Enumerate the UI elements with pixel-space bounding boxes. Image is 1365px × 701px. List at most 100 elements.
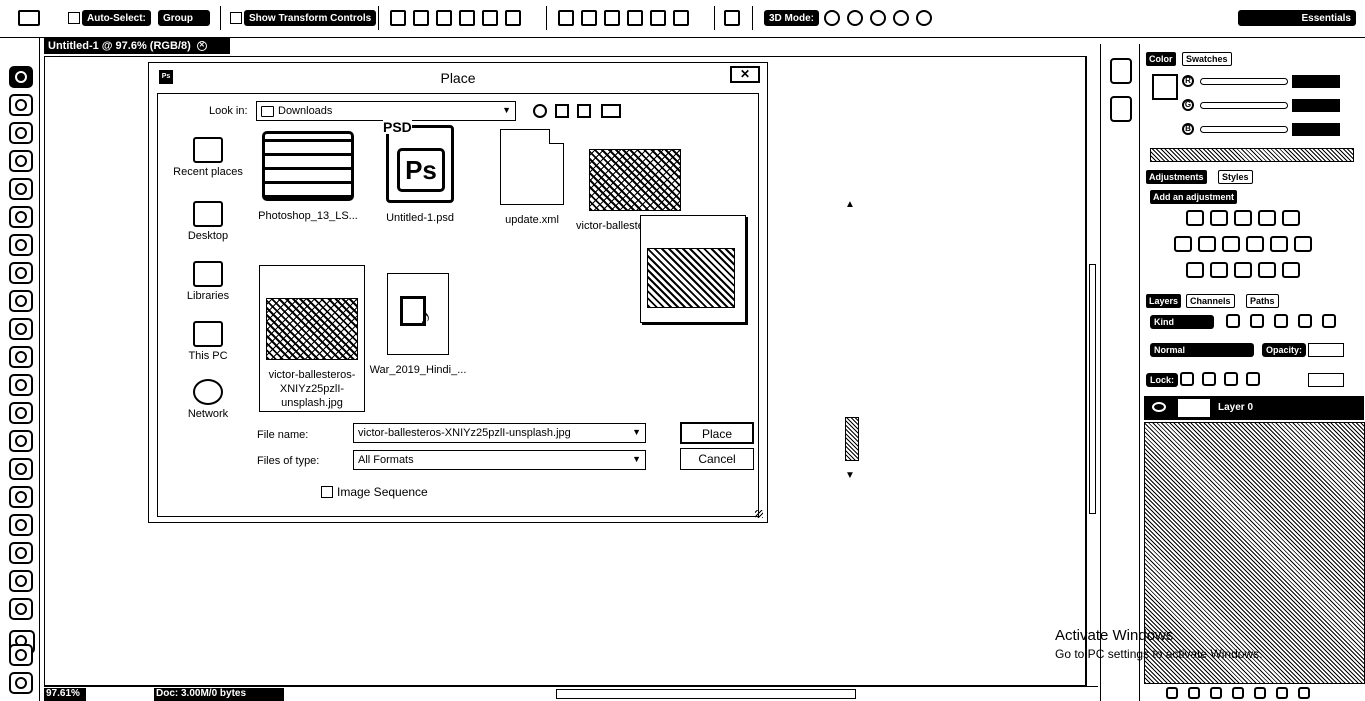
- distribute-left-icon[interactable]: [627, 10, 643, 26]
- dodge-tool[interactable]: [9, 430, 33, 452]
- layer-row[interactable]: Layer 0: [1144, 396, 1364, 420]
- auto-select-checkbox[interactable]: Auto-Select:: [68, 8, 151, 28]
- image-sequence-checkbox[interactable]: Image Sequence: [321, 485, 428, 499]
- 3d-slide-icon[interactable]: [893, 10, 909, 26]
- gradient-tool[interactable]: [9, 374, 33, 396]
- place-button[interactable]: Place: [680, 422, 754, 444]
- opacity-field[interactable]: [1308, 343, 1344, 357]
- align-bottom-icon[interactable]: [436, 10, 452, 26]
- scroll-down-icon[interactable]: ▼: [845, 470, 855, 481]
- blend-mode-dropdown[interactable]: Normal: [1150, 343, 1254, 357]
- file-item-selected[interactable]: victor-ballesteros-XNIYz25pzlI-unsplash.…: [259, 265, 365, 412]
- new-adjustment-layer-icon[interactable]: [1232, 686, 1244, 699]
- type-tool[interactable]: [9, 486, 33, 508]
- workspace-switcher[interactable]: Essentials: [1238, 8, 1356, 28]
- properties-panel-icon[interactable]: [1110, 96, 1132, 122]
- healing-brush-tool[interactable]: [9, 234, 33, 256]
- place-this-pc[interactable]: This PC: [167, 321, 249, 362]
- scrollbar-thumb[interactable]: [845, 417, 859, 461]
- black-white-icon[interactable]: [1222, 236, 1240, 252]
- 3d-rotate-icon[interactable]: [824, 10, 840, 26]
- file-name-input[interactable]: victor-ballesteros-XNIYz25pzlI-unsplash.…: [353, 423, 646, 443]
- chevron-down-icon[interactable]: ▼: [632, 454, 641, 464]
- color-tab[interactable]: Color: [1146, 52, 1176, 66]
- file-item[interactable]: PSD Ps Untitled-1.psd: [367, 120, 473, 225]
- filter-type-icon[interactable]: [1274, 314, 1288, 328]
- 3d-roll-icon[interactable]: [847, 10, 863, 26]
- pen-tool[interactable]: [9, 458, 33, 480]
- visibility-eye-icon[interactable]: [1152, 402, 1166, 412]
- adjustments-tab[interactable]: Adjustments: [1146, 170, 1207, 184]
- posterize-icon[interactable]: [1210, 262, 1228, 278]
- vibrance-icon[interactable]: [1282, 210, 1300, 226]
- layer-name[interactable]: Layer 0: [1218, 402, 1253, 413]
- filter-adjustment-icon[interactable]: [1250, 314, 1264, 328]
- back-icon[interactable]: [533, 104, 547, 118]
- align-hcenter-icon[interactable]: [482, 10, 498, 26]
- add-mask-icon[interactable]: [1210, 686, 1222, 699]
- align-vcenter-icon[interactable]: [413, 10, 429, 26]
- lock-image-icon[interactable]: [1202, 372, 1216, 386]
- color-balance-icon[interactable]: [1198, 236, 1216, 252]
- scrollbar-thumb[interactable]: [1089, 264, 1096, 514]
- selective-color-icon[interactable]: [1282, 262, 1300, 278]
- channels-tab[interactable]: Channels: [1186, 294, 1235, 308]
- canvas-vertical-scrollbar[interactable]: [1086, 56, 1098, 686]
- green-slider[interactable]: G: [1182, 98, 1288, 112]
- green-value-field[interactable]: [1292, 99, 1340, 112]
- paths-tab[interactable]: Paths: [1246, 294, 1279, 308]
- file-item[interactable]: Photoshop_13_LS...: [255, 131, 361, 223]
- dialog-close-button[interactable]: ✕: [730, 66, 760, 83]
- clone-stamp-tool[interactable]: [9, 290, 33, 312]
- invert-icon[interactable]: [1186, 262, 1204, 278]
- quick-mask-button[interactable]: [9, 644, 33, 666]
- align-left-icon[interactable]: [459, 10, 475, 26]
- gradient-map-icon[interactable]: [1258, 262, 1276, 278]
- quick-selection-tool[interactable]: [9, 150, 33, 172]
- auto-select-target-dropdown[interactable]: Group: [158, 8, 210, 28]
- up-folder-icon[interactable]: [555, 104, 569, 118]
- 3d-scale-icon[interactable]: [916, 10, 932, 26]
- new-folder-icon[interactable]: [577, 104, 591, 118]
- red-slider[interactable]: R: [1182, 74, 1288, 88]
- layer-filter-kind-dropdown[interactable]: Kind: [1150, 315, 1214, 329]
- slider-track[interactable]: [1200, 77, 1288, 85]
- color-spectrum-bar[interactable]: [1150, 148, 1354, 162]
- place-recent[interactable]: Recent places: [167, 137, 249, 178]
- fill-field[interactable]: [1308, 373, 1344, 387]
- slider-track[interactable]: [1200, 101, 1288, 109]
- foreground-color-swatch[interactable]: [1152, 74, 1178, 100]
- align-right-icon[interactable]: [505, 10, 521, 26]
- slider-track[interactable]: [1200, 125, 1288, 133]
- document-tab[interactable]: Untitled-1 @ 97.6% (RGB/8) ✕: [44, 38, 230, 54]
- channel-mixer-icon[interactable]: [1270, 236, 1288, 252]
- look-in-dropdown[interactable]: Downloads ▼: [256, 101, 516, 121]
- brightness-contrast-icon[interactable]: [1186, 210, 1204, 226]
- cancel-button[interactable]: Cancel: [680, 448, 754, 470]
- crop-tool[interactable]: [9, 178, 33, 200]
- distribute-top-icon[interactable]: [558, 10, 574, 26]
- file-item[interactable]: update.xml: [479, 129, 585, 227]
- new-layer-icon[interactable]: [1276, 686, 1288, 699]
- marquee-tool[interactable]: [9, 94, 33, 116]
- move-tool[interactable]: [9, 66, 33, 88]
- history-panel-icon[interactable]: [1110, 58, 1132, 84]
- color-lookup-icon[interactable]: [1294, 236, 1312, 252]
- styles-tab[interactable]: Styles: [1218, 170, 1253, 184]
- close-tab-icon[interactable]: ✕: [196, 41, 207, 51]
- place-desktop[interactable]: Desktop: [167, 201, 249, 242]
- file-list-scrollbar[interactable]: ▲ ▼: [843, 195, 859, 481]
- eyedropper-tool[interactable]: [9, 206, 33, 228]
- scroll-up-icon[interactable]: ▲: [845, 199, 855, 210]
- eraser-tool[interactable]: [9, 346, 33, 368]
- shape-tool[interactable]: [9, 542, 33, 564]
- blue-slider[interactable]: B: [1182, 122, 1288, 136]
- lasso-tool[interactable]: [9, 122, 33, 144]
- distribute-bottom-icon[interactable]: [604, 10, 620, 26]
- auto-align-button[interactable]: [724, 8, 747, 28]
- curves-icon[interactable]: [1234, 210, 1252, 226]
- horizontal-scrollbar-thumb[interactable]: [556, 689, 856, 699]
- zoom-tool[interactable]: [9, 598, 33, 620]
- blue-value-field[interactable]: [1292, 123, 1340, 136]
- photo-filter-icon[interactable]: [1246, 236, 1264, 252]
